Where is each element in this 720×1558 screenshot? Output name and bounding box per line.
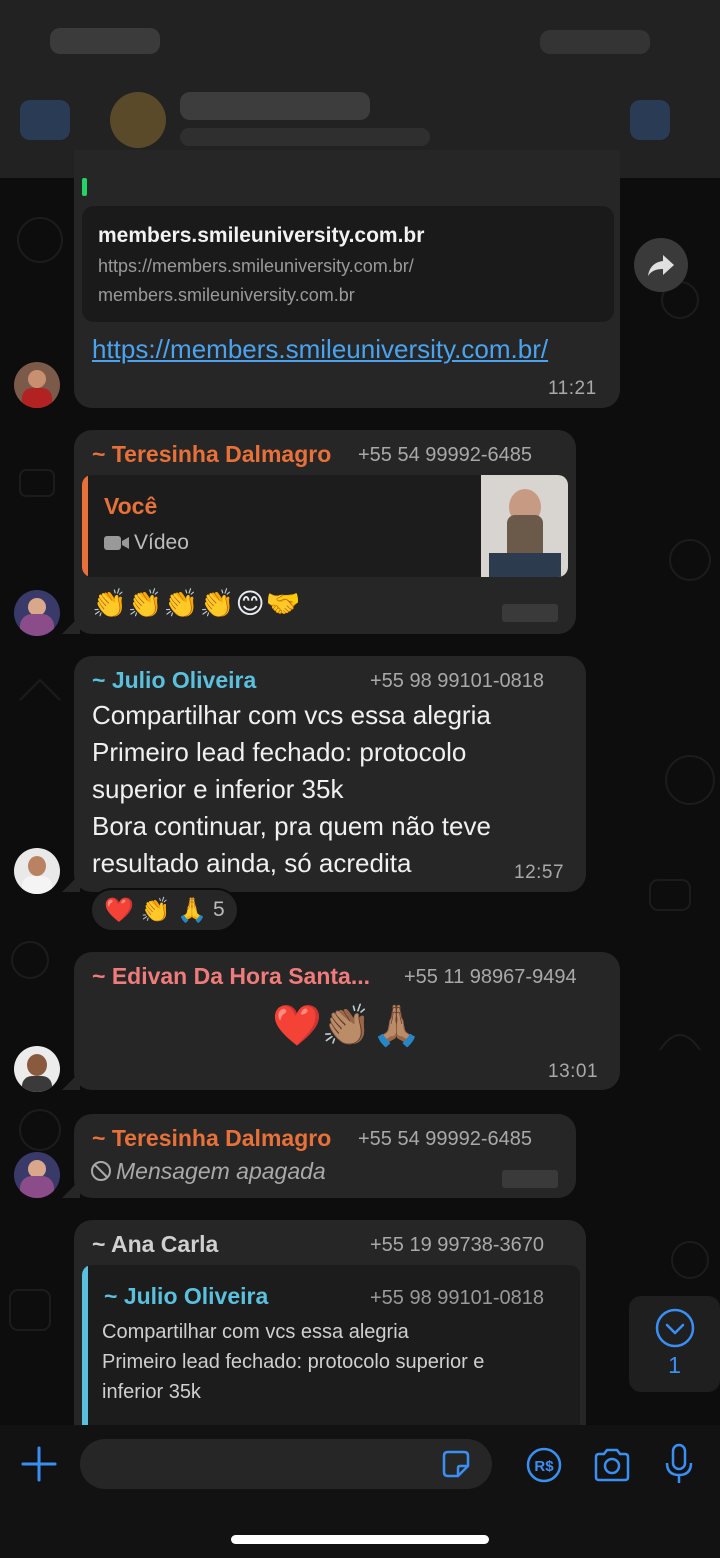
link-preview-domain: members.smileuniversity.com.br [98,285,355,305]
sender-name[interactable]: ~ Teresinha Dalmagro [92,441,331,468]
quote-phone: +55 98 99101-0818 [370,1287,545,1309]
sticker-button[interactable] [440,1448,472,1480]
reaction-count: 5 [212,898,225,921]
chevron-down-icon [655,1308,695,1348]
avatar[interactable] [14,848,60,894]
avatar[interactable] [14,590,60,636]
quoted-message[interactable]: Você Vídeo [82,475,568,577]
svg-text:R$: R$ [534,1458,554,1475]
sender-phone: +55 11 98967-9494 [404,966,577,988]
sender-name[interactable]: ~ Julio Oliveira [92,667,256,694]
plus-icon [21,1446,57,1482]
quoted-message[interactable]: ~ Julio Oliveira +55 98 99101-0818 Compa… [82,1265,580,1425]
message-text-line: Bora continuar, pra quem não teve [92,811,491,841]
sender-phone: +55 54 99992-6485 [358,1128,533,1150]
sender-phone: +55 98 99101-0818 [370,670,545,692]
message-text-line: superior e inferior 35k [92,774,344,804]
bubble-tail [62,874,80,892]
link-preview-title: members.smileuniversity.com.br [98,224,425,247]
sender-phone: +55 19 99738-3670 [370,1234,545,1256]
message-list[interactable]: members.smileuniversity.com.br https://m… [0,0,720,1425]
camera-icon [594,1448,630,1482]
quote-text-line: Compartilhar com vcs essa alegria [102,1321,409,1343]
camera-button[interactable] [592,1447,632,1483]
message-time: 11:21 [548,378,597,399]
forward-icon [648,255,674,276]
reactions-pill[interactable]: ❤️ 👏 🙏 5 [90,888,239,932]
quote-author: ~ Julio Oliveira [104,1283,269,1309]
message-text-line: Primeiro lead fechado: protocolo [92,737,467,767]
payment-icon: R$ [526,1447,562,1483]
message-input[interactable] [80,1439,492,1489]
sender-name[interactable]: ~ Teresinha Dalmagro [92,1125,331,1152]
message-link[interactable]: https://members.smileuniversity.com.br/ [92,334,548,365]
link-preview-url: https://members.smileuniversity.com.br/ [98,256,414,276]
video-thumbnail [481,475,568,577]
emoji-message: 👏👏👏👏😊🤝 [92,588,302,619]
payment-button[interactable]: R$ [526,1447,562,1483]
sender-name[interactable]: ~ Ana Carla [92,1231,218,1258]
quote-text-line: inferior 35k [102,1381,201,1403]
quote-text-line: Primeiro lead fechado: protocolo superio… [102,1351,485,1373]
home-indicator[interactable] [231,1535,489,1544]
message-text-line: Compartilhar com vcs essa alegria [92,700,491,730]
blocked-icon [90,1160,112,1182]
deleted-message-text: Mensagem apagada [116,1158,326,1184]
message-time: 12:57 [514,862,565,883]
microphone-icon [665,1443,693,1483]
message-time-blurred [502,604,558,622]
microphone-button[interactable] [664,1443,694,1485]
sticker-icon [442,1450,470,1478]
avatar[interactable] [14,362,60,408]
sender-phone: +55 54 99992-6485 [358,444,533,466]
message-text-line: resultado ainda, só acredita [92,848,412,878]
unread-count: 1 [668,1352,681,1378]
bubble-tail [62,616,80,634]
message-time-blurred [502,1170,558,1188]
sender-name[interactable]: ~ Edivan Da Hora Santa... [92,963,370,990]
emoji-message: ❤️👏🏽🙏🏽 [272,1004,422,1048]
message-time: 13:01 [548,1061,599,1082]
attach-button[interactable] [20,1445,58,1483]
quote-type: Vídeo [134,531,189,554]
reaction-emojis: ❤️ 👏 🙏 [104,896,207,924]
video-icon [104,534,130,552]
forward-button[interactable] [634,238,688,292]
avatar[interactable] [14,1046,60,1092]
green-quote-bar [82,178,87,196]
quote-author: Você [104,493,158,519]
scroll-to-bottom-button[interactable]: 1 [629,1296,720,1392]
link-preview-card[interactable]: members.smileuniversity.com.br https://m… [82,206,614,322]
composer-bar: R$ [0,1425,720,1558]
avatar[interactable] [14,1152,60,1198]
